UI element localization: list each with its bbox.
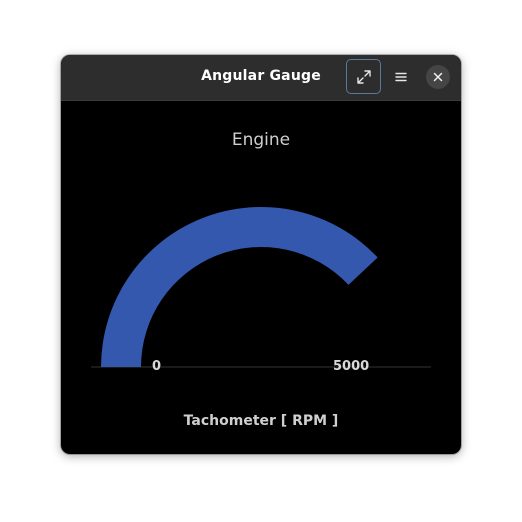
- close-icon: [433, 72, 443, 82]
- expand-icon: [356, 69, 371, 84]
- gauge-min-label: 0: [152, 359, 162, 374]
- gauge-max-label: 5000: [333, 359, 370, 374]
- gauge-window: Angular Gauge Engine 0 5000 Tachometer […: [61, 55, 461, 454]
- gauge-value-band: [101, 207, 378, 367]
- gauge-subtitle: Tachometer [ RPM ]: [183, 413, 339, 429]
- close-button[interactable]: [426, 65, 450, 89]
- hamburger-menu-icon: [395, 72, 407, 82]
- expand-button[interactable]: [346, 59, 381, 94]
- title-bar: Angular Gauge: [61, 55, 461, 101]
- gauge-area: Engine 0 5000 Tachometer [ RPM ]: [61, 101, 461, 454]
- menu-button[interactable]: [386, 62, 416, 92]
- gauge-chart: [91, 207, 431, 368]
